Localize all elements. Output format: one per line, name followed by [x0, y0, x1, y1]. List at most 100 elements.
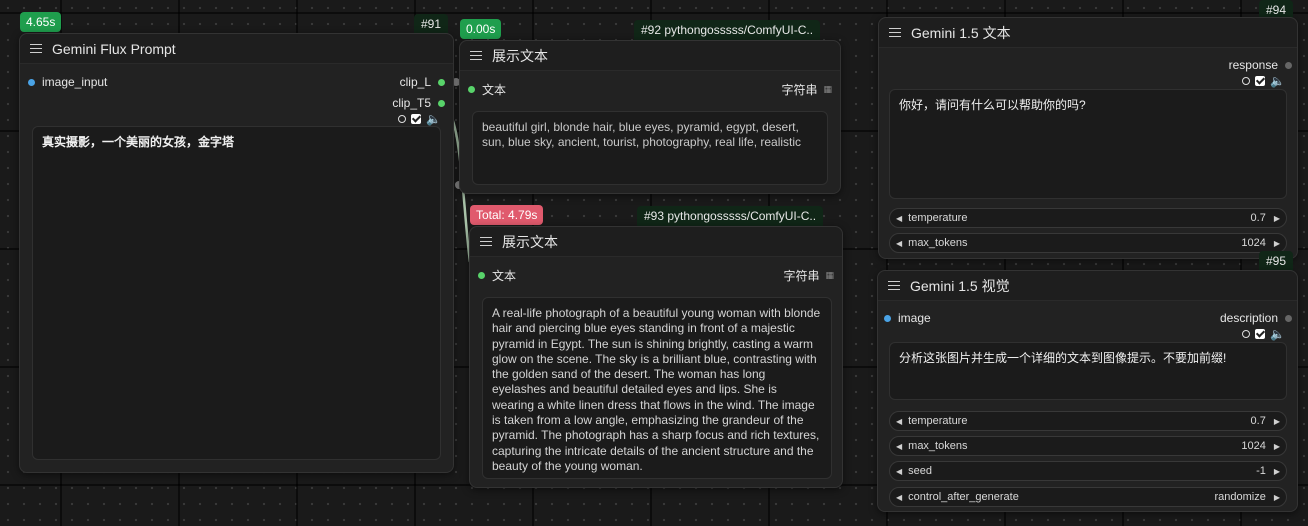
prompt-textarea[interactable]: 分析这张图片并生成一个详细的文本到图像提示。不要加前缀! — [889, 342, 1287, 400]
enable-checkbox[interactable] — [1255, 76, 1266, 86]
total-time-badge: Total: 4.79s — [470, 205, 544, 225]
decrement-arrow-icon[interactable]: ◀ — [896, 442, 902, 451]
node-header[interactable]: Gemini Flux Prompt — [20, 34, 453, 64]
bypass-ring-icon[interactable] — [1242, 77, 1251, 85]
text-display[interactable]: beautiful girl, blonde hair, blue eyes, … — [472, 111, 828, 185]
node-show-text-92[interactable]: 展示文本 文本 字符串 ▦ beautiful girl, blonde hai… — [459, 40, 841, 194]
output-dot[interactable] — [1285, 61, 1292, 69]
node-gemini-text[interactable]: Gemini 1.5 文本 response 🔈 你好，请问有什么可以帮助你的吗… — [878, 17, 1298, 259]
node-id-label: #91 — [414, 14, 449, 34]
widget-temperature[interactable]: ◀ temperature 0.7 ▶ — [889, 411, 1287, 431]
slot-label: 文本 — [492, 269, 517, 283]
node-toggles: 🔈 — [1242, 328, 1285, 340]
decrement-arrow-icon[interactable]: ◀ — [896, 467, 902, 476]
node-show-text-93[interactable]: 展示文本 文本 字符串 ▦ A real-life photograph of … — [469, 226, 843, 488]
menu-icon[interactable] — [470, 50, 482, 61]
widget-temperature[interactable]: ◀ temperature 0.7 ▶ — [889, 208, 1287, 228]
slot-label: 文本 — [482, 83, 507, 97]
widget-label: max_tokens — [908, 440, 968, 452]
menu-icon[interactable] — [30, 43, 42, 54]
bypass-ring-icon[interactable] — [1242, 330, 1251, 338]
input-slot-image[interactable]: image — [884, 311, 931, 325]
bypass-ring-icon[interactable] — [398, 115, 407, 123]
output-slot-clip-t5[interactable]: clip_T5 — [392, 96, 445, 110]
node-header[interactable]: Gemini 1.5 文本 — [879, 18, 1297, 48]
decrement-arrow-icon[interactable]: ◀ — [896, 493, 902, 502]
increment-arrow-icon[interactable]: ▶ — [1274, 214, 1280, 223]
speaker-icon[interactable]: 🔈 — [1270, 328, 1285, 340]
node-id-label: #93 pythongosssss/ComfyUI-C.. — [637, 206, 824, 226]
widget-value: 1024 — [1241, 237, 1266, 249]
input-slot-text[interactable]: 文本 — [468, 81, 506, 98]
input-dot[interactable] — [468, 86, 475, 93]
node-title: Gemini Flux Prompt — [52, 40, 176, 57]
menu-icon[interactable] — [888, 280, 900, 291]
node-gemini-flux-prompt[interactable]: Gemini Flux Prompt image_input clip_L cl… — [19, 33, 454, 473]
output-dot[interactable] — [438, 78, 445, 86]
slot-label: clip_L — [399, 75, 431, 89]
widget-value: randomize — [1214, 491, 1266, 503]
prompt-textarea[interactable]: 真实摄影，一个美丽的女孩，金字塔 — [32, 126, 441, 460]
node-toggles: 🔈 — [1242, 75, 1285, 87]
node-header[interactable]: 展示文本 — [470, 227, 842, 257]
prompt-textarea[interactable]: 你好，请问有什么可以帮助你的吗? — [889, 89, 1287, 199]
widget-max-tokens[interactable]: ◀ max_tokens 1024 ▶ — [889, 233, 1287, 253]
slot-label: 字符串 — [783, 269, 820, 283]
input-slot-image-input[interactable]: image_input — [28, 75, 107, 89]
slot-label: image_input — [42, 75, 108, 89]
input-slot-text[interactable]: 文本 — [478, 267, 516, 284]
grid-icon[interactable]: ▦ — [823, 84, 832, 95]
input-dot[interactable] — [478, 272, 485, 279]
input-dot[interactable] — [884, 314, 891, 322]
slot-label: 字符串 — [781, 83, 818, 97]
enable-checkbox[interactable] — [411, 114, 422, 124]
widget-control-after-generate[interactable]: ◀ control_after_generate randomize ▶ — [889, 487, 1287, 507]
menu-icon[interactable] — [889, 27, 901, 38]
increment-arrow-icon[interactable]: ▶ — [1274, 417, 1280, 426]
menu-icon[interactable] — [480, 236, 492, 247]
slot-label: clip_T5 — [392, 96, 431, 110]
output-slot-response[interactable]: response — [1229, 58, 1292, 72]
node-id-label: #95 — [1259, 251, 1294, 271]
input-dot[interactable] — [28, 78, 35, 86]
increment-arrow-icon[interactable]: ▶ — [1274, 239, 1280, 248]
decrement-arrow-icon[interactable]: ◀ — [896, 417, 902, 426]
decrement-arrow-icon[interactable]: ◀ — [896, 214, 902, 223]
node-gemini-vision[interactable]: Gemini 1.5 视觉 image description 🔈 分析这张图片… — [877, 270, 1298, 512]
output-slot-string[interactable]: 字符串 ▦ — [783, 267, 834, 284]
output-slot-string[interactable]: 字符串 ▦ — [781, 81, 832, 98]
widget-max-tokens[interactable]: ◀ max_tokens 1024 ▶ — [889, 436, 1287, 456]
node-header[interactable]: 展示文本 — [460, 41, 840, 71]
execution-time-badge: 4.65s — [20, 12, 62, 32]
text-display[interactable]: A real-life photograph of a beautiful yo… — [482, 297, 832, 479]
increment-arrow-icon[interactable]: ▶ — [1274, 493, 1280, 502]
widget-label: temperature — [908, 212, 968, 224]
node-title: 展示文本 — [492, 47, 548, 64]
widget-label: temperature — [908, 415, 968, 427]
node-id-label: #92 pythongosssss/ComfyUI-C.. — [634, 20, 821, 40]
node-header[interactable]: Gemini 1.5 视觉 — [878, 271, 1297, 301]
slot-label: image — [898, 311, 931, 325]
output-dot[interactable] — [438, 99, 445, 107]
execution-time-badge: 0.00s — [460, 19, 502, 39]
node-title: Gemini 1.5 文本 — [911, 24, 1011, 41]
slot-label: description — [1219, 311, 1278, 325]
speaker-icon[interactable]: 🔈 — [1270, 75, 1285, 87]
output-dot[interactable] — [1285, 314, 1292, 322]
enable-checkbox[interactable] — [1255, 329, 1266, 339]
grid-icon[interactable]: ▦ — [825, 270, 834, 281]
widget-value: 0.7 — [1250, 415, 1266, 427]
node-title: Gemini 1.5 视觉 — [910, 277, 1010, 294]
speaker-icon[interactable]: 🔈 — [426, 113, 441, 125]
widget-value: 0.7 — [1250, 212, 1266, 224]
increment-arrow-icon[interactable]: ▶ — [1274, 442, 1280, 451]
widget-seed[interactable]: ◀ seed -1 ▶ — [889, 461, 1287, 481]
widget-value: -1 — [1256, 465, 1266, 477]
widget-label: control_after_generate — [908, 491, 1019, 503]
decrement-arrow-icon[interactable]: ◀ — [896, 239, 902, 248]
output-slot-clip-l[interactable]: clip_L — [400, 75, 445, 89]
widget-label: max_tokens — [908, 237, 968, 249]
output-slot-description[interactable]: description — [1220, 311, 1292, 325]
increment-arrow-icon[interactable]: ▶ — [1274, 467, 1280, 476]
slot-label: response — [1228, 58, 1278, 72]
